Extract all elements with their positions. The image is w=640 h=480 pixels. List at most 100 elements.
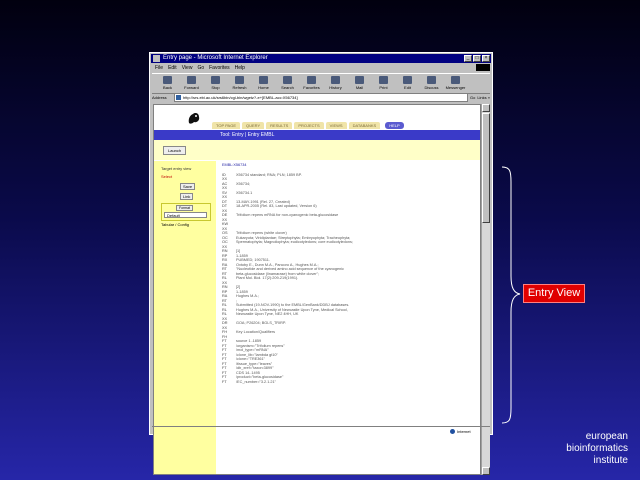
- back-button[interactable]: Back: [156, 74, 179, 93]
- address-input[interactable]: http://srs.ebi.ac.uk/srs6bin/cgi-bin/wge…: [174, 93, 468, 102]
- srs-nav-tabs: TOP PAGE QUERY RESULTS PROJECTS VIEWS DA…: [212, 122, 404, 129]
- history-label: History: [329, 85, 342, 90]
- menu-favorites[interactable]: Favorites: [209, 64, 230, 72]
- ebi-name-line-2: bioinformatics: [566, 443, 628, 454]
- ebi-logo-icon[interactable]: [187, 111, 201, 125]
- entry-line: FT /EC_number="3.2.1.21": [222, 380, 477, 385]
- save-button[interactable]: Save: [180, 183, 196, 190]
- back-arrow-icon: [163, 76, 172, 84]
- tab-query[interactable]: QUERY: [242, 122, 265, 129]
- favorites-label: Favorites: [303, 85, 320, 90]
- address-value: http://srs.ebi.ac.uk/srs6bin/cgi-bin/wge…: [183, 95, 298, 100]
- menu-bar: File Edit View Go Favorites Help: [152, 64, 490, 72]
- discuss-button[interactable]: Discuss: [420, 74, 443, 93]
- page-icon: [176, 95, 181, 100]
- scroll-up-arrow-icon[interactable]: [482, 104, 490, 112]
- line-value: 18-APR-2005 (Rel. 83, Last updated, Vers…: [236, 204, 317, 208]
- forward-button[interactable]: Forward: [180, 74, 203, 93]
- zone-label: Internet: [457, 428, 471, 434]
- select-link[interactable]: Select: [161, 174, 172, 179]
- maximize-button[interactable]: □: [473, 55, 481, 62]
- history-button[interactable]: History: [324, 74, 347, 93]
- ebi-name-line-3: institute: [593, 455, 628, 466]
- tab-top-page[interactable]: TOP PAGE: [212, 122, 241, 129]
- mail-icon: [355, 76, 364, 84]
- home-label: Home: [258, 85, 269, 90]
- window-title: Entry page - Microsoft Internet Explorer: [163, 55, 268, 61]
- entry-view-label: Entry View: [523, 284, 585, 303]
- line-value: Hughes M.A.;: [236, 294, 260, 298]
- link-button[interactable]: Link: [180, 193, 194, 200]
- ie-icon: [153, 55, 160, 62]
- scroll-down-arrow-icon[interactable]: [482, 467, 490, 475]
- window-controls: _ □ ×: [464, 55, 490, 62]
- messenger-label: Messenger: [445, 85, 466, 90]
- menu-view[interactable]: View: [182, 64, 193, 72]
- tab-databanks[interactable]: DATABANKS: [348, 122, 381, 129]
- launch-button[interactable]: Launch: [163, 146, 187, 155]
- entry-lines: ID X56734 standard; RNA; PLN; 1859 BP. XX A…: [222, 173, 477, 385]
- format-select[interactable]: Default: [164, 212, 207, 218]
- links-button[interactable]: Links »: [477, 95, 490, 100]
- stop-icon: [211, 76, 220, 84]
- address-label: Address: [152, 95, 167, 100]
- menu-file[interactable]: File: [155, 64, 163, 72]
- security-zone: Internet: [450, 428, 490, 434]
- mail-button[interactable]: Mail: [348, 74, 371, 93]
- home-button[interactable]: Home: [252, 74, 275, 93]
- action-bar: Launch: [154, 140, 480, 160]
- forward-arrow-icon: [187, 76, 196, 84]
- line-value: X56734 standard; RNA; PLN; 1859 BP.: [236, 172, 302, 177]
- line-value: Trifolium repens mRNA for non-cyanogenic…: [236, 213, 339, 217]
- line-value: Plant Mol. Biol. 17(2):209-219(1991).: [236, 276, 299, 280]
- search-icon: [283, 76, 292, 84]
- line-value: X56734;: [236, 181, 251, 186]
- scroll-thumb[interactable]: [482, 113, 490, 223]
- line-value: /EC_number="3.2.1.21": [236, 379, 276, 384]
- tab-projects[interactable]: PROJECTS: [294, 122, 324, 129]
- tab-results[interactable]: RESULTS: [266, 122, 293, 129]
- home-icon: [259, 76, 268, 84]
- favorites-icon: [307, 76, 316, 84]
- search-button[interactable]: Search: [276, 74, 299, 93]
- tab-help[interactable]: HELP: [385, 122, 404, 129]
- edit-icon: [403, 76, 412, 84]
- edit-label: Edit: [404, 85, 411, 90]
- favorites-button[interactable]: Favorites: [300, 74, 323, 93]
- page-content: TOP PAGE QUERY RESULTS PROJECTS VIEWS DA…: [153, 104, 481, 475]
- menu-help[interactable]: Help: [235, 64, 245, 72]
- entry-id-link[interactable]: EMBL:X56734: [222, 163, 477, 168]
- address-bar: Address http://srs.ebi.ac.uk/srs6bin/cgi…: [152, 93, 490, 102]
- refresh-button[interactable]: Refresh: [228, 74, 251, 93]
- messenger-button[interactable]: Messenger: [444, 74, 467, 93]
- go-button[interactable]: Go: [470, 95, 475, 100]
- status-bar: Internet: [152, 426, 490, 435]
- print-label: Print: [379, 85, 388, 90]
- vertical-scrollbar[interactable]: [481, 104, 490, 475]
- line-code: FT: [222, 379, 227, 384]
- right-brace-icon: [501, 166, 521, 424]
- page-title: Tool: Entry | Entry EMBL: [154, 130, 480, 140]
- close-button[interactable]: ×: [482, 55, 490, 62]
- stop-button[interactable]: Stop: [204, 74, 227, 93]
- ebi-name-line-1: european: [585, 431, 628, 442]
- line-value: Newcastle Upon Tyne, NE2 4HH, UK: [236, 312, 299, 316]
- print-icon: [379, 76, 388, 84]
- edit-button[interactable]: Edit: [396, 74, 419, 93]
- target-label: Target entry view: [161, 166, 192, 171]
- print-button[interactable]: Print: [372, 74, 395, 93]
- search-label: Search: [281, 85, 294, 90]
- discuss-icon: [427, 76, 436, 84]
- format-button[interactable]: Format: [176, 205, 194, 211]
- window-titlebar: Entry page - Microsoft Internet Explorer…: [151, 54, 491, 63]
- tab-views[interactable]: VIEWS: [325, 122, 347, 129]
- line-value: X56734.1: [236, 190, 253, 195]
- minimize-button[interactable]: _: [464, 55, 472, 62]
- browser-window: Entry page - Microsoft Internet Explorer…: [149, 52, 493, 475]
- menu-go[interactable]: Go: [197, 64, 204, 72]
- line-value: Spermatophyta; Magnoliophyta; eudicotyle…: [236, 240, 353, 244]
- config-link[interactable]: Tabular / Config: [161, 222, 189, 227]
- history-icon: [331, 76, 340, 84]
- refresh-icon: [235, 76, 244, 84]
- menu-edit[interactable]: Edit: [168, 64, 177, 72]
